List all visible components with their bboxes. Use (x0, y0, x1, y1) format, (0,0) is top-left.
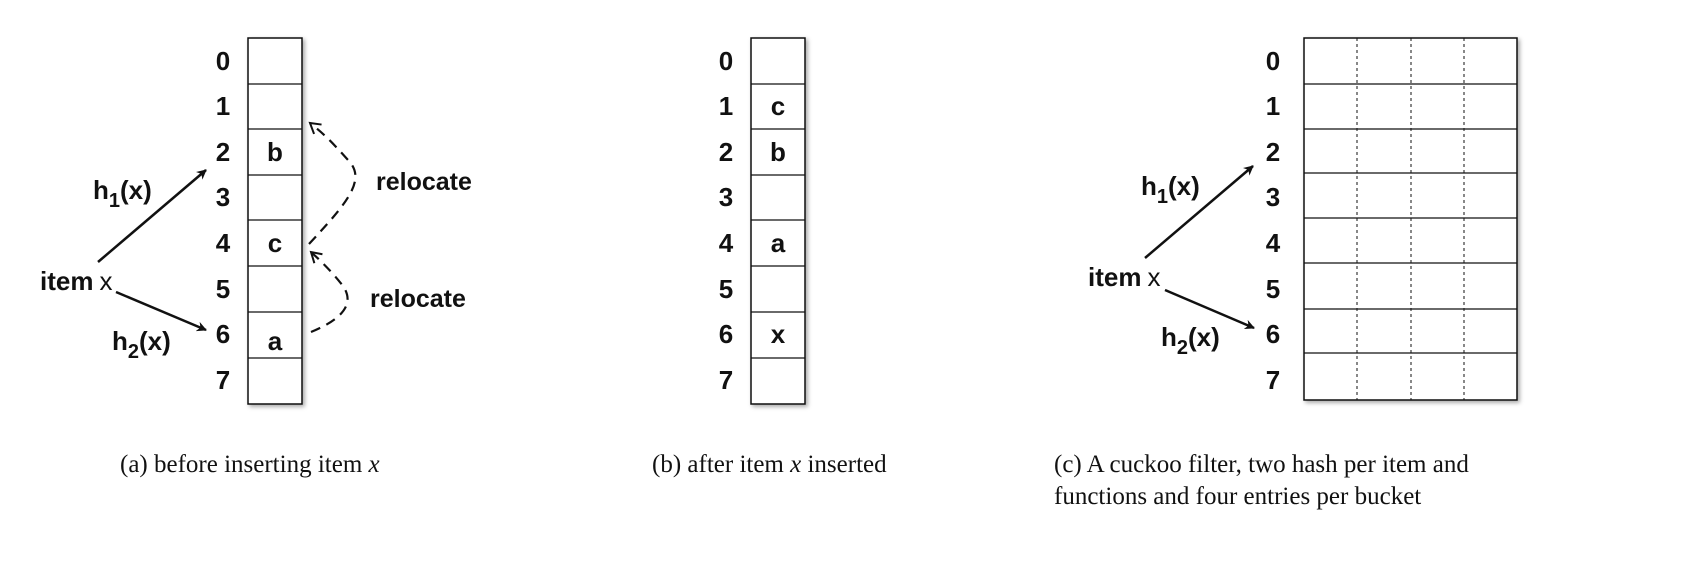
bucket-index: 0 (719, 46, 733, 76)
bucket-entry: b (770, 137, 786, 167)
bucket-index: 5 (1266, 274, 1280, 304)
caption-b: (b) after item x inserted (652, 451, 887, 478)
bucket-index: 1 (216, 91, 230, 121)
bucket-index: 2 (216, 137, 230, 167)
relocate-label: relocate (376, 168, 472, 196)
bucket-index-labels-c: 0 1 2 3 4 5 6 7 (1266, 46, 1281, 395)
panel-b: 0 1 2 3 4 5 6 7 c b a x (b) after item x… (652, 37, 887, 478)
item-label: item x (1088, 262, 1160, 292)
bucket-index: 4 (1266, 228, 1281, 258)
hash1-arrow (97, 169, 207, 263)
bucket-index: 1 (1266, 91, 1280, 121)
panel-a: 0 1 2 3 4 5 6 7 b c a item x h1(x) h2(x)… (40, 37, 472, 478)
bucket-index: 0 (1266, 46, 1280, 76)
relocate-arrow-c-to-1 (308, 121, 357, 245)
relocate-arrow-a-to-4 (309, 250, 349, 334)
bucket-index: 0 (216, 46, 230, 76)
bucket-index: 1 (719, 91, 733, 121)
bucket-index: 2 (719, 137, 733, 167)
caption-a: (a) before inserting item x (120, 451, 380, 478)
bucket-index-labels-b: 0 1 2 3 4 5 6 7 (719, 46, 734, 395)
bucket-index: 5 (216, 274, 230, 304)
caption-c-line2: functions and four entries per bucket (1054, 483, 1421, 510)
bucket-index: 3 (719, 182, 733, 212)
bucket-entry: c (268, 228, 282, 258)
bucket-entry: x (771, 319, 786, 349)
bucket-index: 3 (216, 182, 230, 212)
hash2-label: h2(x) (1161, 322, 1220, 359)
panel-c: 0 1 2 3 4 5 6 7 item x h1(x) h2(x) (c) A … (1054, 37, 1518, 510)
bucket-entry: c (771, 91, 785, 121)
caption-c-line1: (c) A cuckoo filter, two hash per item a… (1054, 451, 1469, 478)
bucket-index: 2 (1266, 137, 1280, 167)
bucket-index: 4 (719, 228, 734, 258)
bucket-index: 3 (1266, 182, 1280, 212)
item-label: item x (40, 266, 112, 296)
bucket-index: 6 (216, 319, 230, 349)
bucket-index: 6 (719, 319, 733, 349)
bucket-index: 7 (216, 365, 230, 395)
cuckoo-hashing-diagram: 0 1 2 3 4 5 6 7 b c a item x h1(x) h2(x)… (40, 37, 1518, 510)
bucket-index: 5 (719, 274, 733, 304)
hash2-label: h2(x) (112, 326, 171, 363)
relocate-label: relocate (370, 285, 466, 313)
bucket-index: 6 (1266, 319, 1280, 349)
bucket-index-labels-a: 0 1 2 3 4 5 6 7 (216, 46, 231, 395)
bucket-entry: a (771, 228, 786, 258)
bucket-entry: b (267, 137, 283, 167)
bucket-index: 7 (719, 365, 733, 395)
hash1-label: h1(x) (1141, 171, 1200, 208)
hash2-arrow (115, 290, 207, 332)
bucket-index: 4 (216, 228, 231, 258)
hash1-label: h1(x) (93, 175, 152, 212)
bucket-entry: a (268, 326, 283, 356)
bucket-index: 7 (1266, 365, 1280, 395)
